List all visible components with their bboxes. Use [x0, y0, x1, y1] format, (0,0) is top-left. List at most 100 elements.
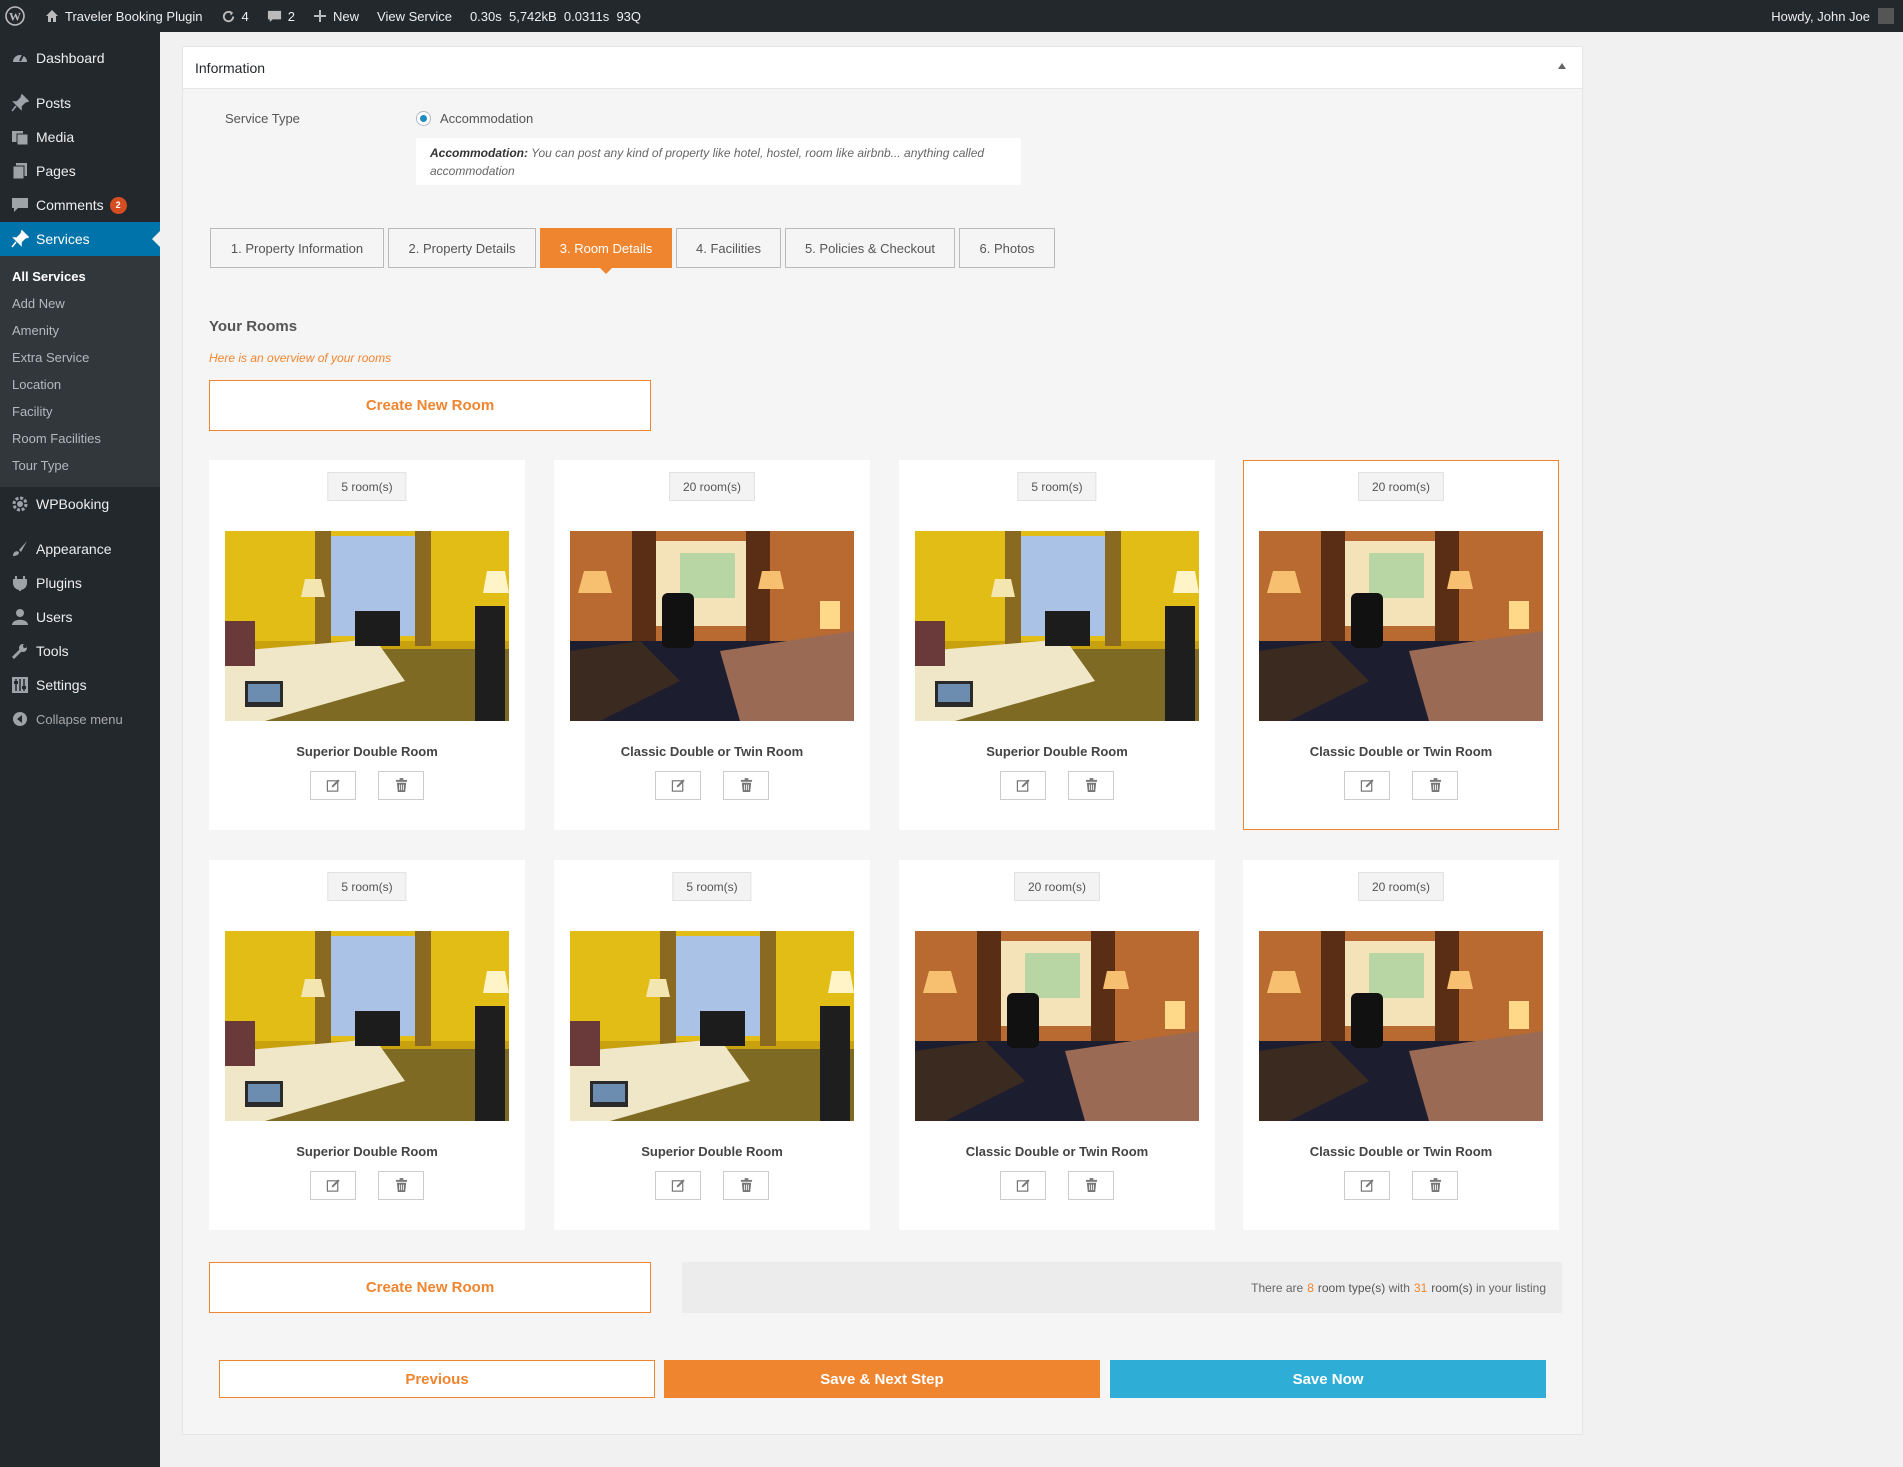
summary-types-count: 8: [1307, 1280, 1314, 1295]
menu-wpbooking-label: WPBooking: [36, 496, 110, 512]
delete-room-button[interactable]: [378, 771, 424, 800]
room-card[interactable]: 20 room(s) Classic Double or Twin Room: [554, 460, 870, 830]
room-card-selected[interactable]: 20 room(s) Classic Double or Twin Room: [1243, 460, 1559, 830]
menu-wpbooking[interactable]: WPBooking: [0, 487, 160, 521]
submenu-tour-type[interactable]: Tour Type: [0, 452, 160, 479]
query-count: 93Q: [616, 8, 642, 24]
tab-facilities[interactable]: 4. Facilities: [676, 228, 781, 268]
create-new-room-button-bottom[interactable]: Create New Room: [209, 1262, 651, 1313]
room-name: Classic Double or Twin Room: [1309, 1144, 1493, 1159]
previous-button[interactable]: Previous: [219, 1360, 655, 1398]
account-menu[interactable]: Howdy, John Joe: [1762, 0, 1903, 32]
edit-room-button[interactable]: [1000, 1171, 1046, 1200]
room-name: Superior Double Room: [641, 1144, 783, 1159]
edit-room-button[interactable]: [310, 1171, 356, 1200]
submenu-add-new[interactable]: Add New: [0, 290, 160, 317]
room-actions: [1244, 1171, 1558, 1200]
menu-media[interactable]: Media: [0, 120, 160, 154]
delete-room-button[interactable]: [1412, 1171, 1458, 1200]
tab-room-details[interactable]: 3. Room Details: [540, 228, 672, 274]
room-name: Classic Double or Twin Room: [1309, 744, 1493, 759]
edit-room-button[interactable]: [310, 771, 356, 800]
delete-room-button[interactable]: [378, 1171, 424, 1200]
room-photo[interactable]: [1259, 531, 1543, 721]
room-photo[interactable]: [225, 531, 509, 721]
delete-room-button[interactable]: [1412, 771, 1458, 800]
tab-property-information[interactable]: 1. Property Information: [210, 228, 384, 268]
tab-property-details[interactable]: 2. Property Details: [388, 228, 536, 268]
room-card[interactable]: 5 room(s) Superior Double Room: [554, 860, 870, 1230]
user-icon: [10, 607, 30, 627]
service-type-radio[interactable]: Accommodation: [416, 111, 533, 126]
site-name-link[interactable]: Traveler Booking Plugin: [36, 0, 212, 32]
information-panel: Information Service Type Accommodation A…: [182, 46, 1583, 1435]
menu-settings-label: Settings: [36, 677, 87, 693]
menu-comments-label: Comments: [36, 197, 104, 213]
room-card[interactable]: 5 room(s) Superior Double Room: [209, 860, 525, 1230]
menu-users-label: Users: [36, 609, 73, 625]
room-card[interactable]: 5 room(s) Superior Double Room: [209, 460, 525, 830]
menu-plugins[interactable]: Plugins: [0, 566, 160, 600]
menu-appearance[interactable]: Appearance: [0, 532, 160, 566]
view-service-link[interactable]: View Service: [368, 0, 461, 32]
collapse-menu-button[interactable]: Collapse menu: [0, 702, 160, 736]
submenu-location[interactable]: Location: [0, 371, 160, 398]
updates-link[interactable]: 4: [212, 0, 258, 32]
edit-room-button[interactable]: [1000, 771, 1046, 800]
room-card[interactable]: 20 room(s) Classic Double or Twin Room: [899, 860, 1215, 1230]
radio-selected-icon[interactable]: [416, 111, 431, 126]
menu-posts[interactable]: Posts: [0, 86, 160, 120]
site-name: Traveler Booking Plugin: [65, 8, 203, 24]
save-now-button[interactable]: Save Now: [1110, 1360, 1546, 1398]
paintbrush-icon: [10, 539, 30, 559]
menu-dashboard[interactable]: Dashboard: [0, 41, 160, 75]
room-photo[interactable]: [1259, 931, 1543, 1121]
menu-pages[interactable]: Pages: [0, 154, 160, 188]
submenu-room-facilities[interactable]: Room Facilities: [0, 425, 160, 452]
room-photo[interactable]: [570, 931, 854, 1121]
edit-room-button[interactable]: [655, 771, 701, 800]
wrench-icon: [10, 641, 30, 661]
room-actions: [555, 1171, 869, 1200]
delete-room-button[interactable]: [1068, 771, 1114, 800]
edit-room-button[interactable]: [1344, 771, 1390, 800]
submenu-facility[interactable]: Facility: [0, 398, 160, 425]
collapse-toggle-icon[interactable]: [1558, 63, 1566, 69]
avatar: [1878, 8, 1894, 24]
room-card[interactable]: 20 room(s) Classic Double or Twin Room: [1243, 860, 1559, 1230]
debug-stats[interactable]: 0.30s 5,742kB 0.0311s 93Q: [461, 0, 650, 32]
panel-header[interactable]: Information: [183, 47, 1582, 89]
edit-room-button[interactable]: [655, 1171, 701, 1200]
tab-photos[interactable]: 6. Photos: [959, 228, 1055, 268]
menu-tools[interactable]: Tools: [0, 634, 160, 668]
menu-tools-label: Tools: [36, 643, 69, 659]
delete-room-button[interactable]: [723, 1171, 769, 1200]
pushpin-icon: [10, 93, 30, 113]
trash-icon: [1085, 1178, 1097, 1192]
submenu-extra-service[interactable]: Extra Service: [0, 344, 160, 371]
summary-rooms-count: 31: [1413, 1280, 1428, 1295]
menu-comments[interactable]: Comments 2: [0, 188, 160, 222]
wordpress-logo-icon[interactable]: W: [0, 0, 36, 32]
save-next-step-button[interactable]: Save & Next Step: [664, 1360, 1100, 1398]
refresh-icon: [222, 10, 234, 22]
comments-link[interactable]: 2: [258, 0, 304, 32]
menu-pages-label: Pages: [36, 163, 76, 179]
menu-services[interactable]: Services: [0, 222, 160, 256]
room-card[interactable]: 5 room(s) Superior Double Room: [899, 460, 1215, 830]
room-photo[interactable]: [915, 931, 1199, 1121]
tab-policies-checkout[interactable]: 5. Policies & Checkout: [785, 228, 955, 268]
submenu-amenity[interactable]: Amenity: [0, 317, 160, 344]
create-new-room-button-top[interactable]: Create New Room: [209, 380, 651, 431]
rooms-title: Your Rooms: [209, 318, 298, 335]
room-photo[interactable]: [225, 931, 509, 1121]
room-photo[interactable]: [570, 531, 854, 721]
delete-room-button[interactable]: [723, 771, 769, 800]
new-content-link[interactable]: New: [304, 0, 368, 32]
menu-settings[interactable]: Settings: [0, 668, 160, 702]
room-photo[interactable]: [915, 531, 1199, 721]
menu-users[interactable]: Users: [0, 600, 160, 634]
submenu-all-services[interactable]: All Services: [0, 263, 160, 290]
delete-room-button[interactable]: [1068, 1171, 1114, 1200]
edit-room-button[interactable]: [1344, 1171, 1390, 1200]
